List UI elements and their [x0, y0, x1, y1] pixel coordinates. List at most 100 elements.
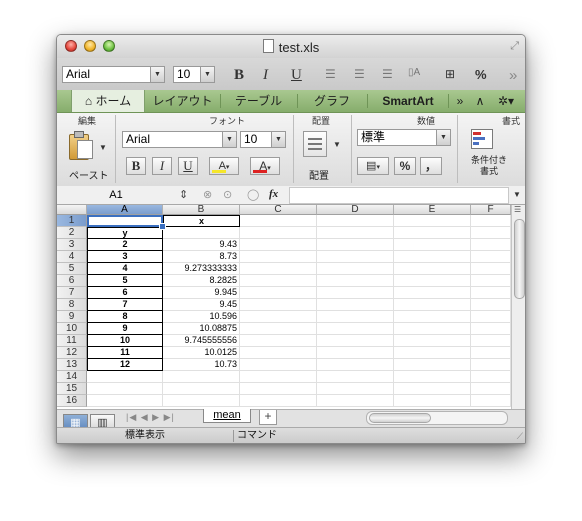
cell-D14[interactable] [317, 371, 394, 383]
toolbar-italic-button[interactable]: I [263, 67, 268, 84]
toolbar-font-size-combo[interactable]: 10 ▼ [173, 66, 215, 83]
cell-F7[interactable] [471, 287, 511, 299]
cell-C11[interactable] [240, 335, 317, 347]
ribbon-underline-button[interactable]: U [178, 157, 198, 175]
cell-A7[interactable]: 6 [87, 287, 163, 299]
cell-D15[interactable] [317, 383, 394, 395]
cell-A14[interactable] [87, 371, 163, 383]
row-header-9[interactable]: 9 [57, 311, 87, 323]
column-header-E[interactable]: E [394, 205, 471, 215]
cell-D11[interactable] [317, 335, 394, 347]
align-left-icon[interactable]: ☰ [325, 67, 336, 81]
cell-F8[interactable] [471, 299, 511, 311]
cell-C8[interactable] [240, 299, 317, 311]
align-dropdown-icon[interactable]: ▼ [333, 140, 341, 149]
row-header-13[interactable]: 13 [57, 359, 87, 371]
cell-B2[interactable] [163, 227, 240, 239]
align-center-icon[interactable]: ☰ [354, 67, 365, 81]
cell-C9[interactable] [240, 311, 317, 323]
formula-icon[interactable]: ◯ [247, 188, 259, 201]
cell-C3[interactable] [240, 239, 317, 251]
paste-dropdown-icon[interactable]: ▼ [99, 143, 107, 152]
cell-E13[interactable] [394, 359, 471, 371]
ribbon-font-name-combo[interactable]: Arial ▼ [122, 131, 237, 148]
confirm-icon[interactable]: ⊙ [223, 188, 232, 201]
select-all-corner[interactable] [57, 205, 87, 215]
cell-E8[interactable] [394, 299, 471, 311]
cell-F14[interactable] [471, 371, 511, 383]
cell-B3[interactable]: 9.43 [163, 239, 240, 251]
chevron-down-icon[interactable]: ▼ [222, 132, 236, 147]
cell-E7[interactable] [394, 287, 471, 299]
cell-D3[interactable] [317, 239, 394, 251]
cell-B7[interactable]: 9.945 [163, 287, 240, 299]
row-header-15[interactable]: 15 [57, 383, 87, 395]
cell-D12[interactable] [317, 347, 394, 359]
cell-B12[interactable]: 10.0125 [163, 347, 240, 359]
cell-D4[interactable] [317, 251, 394, 263]
cell-F2[interactable] [471, 227, 511, 239]
cell-E5[interactable] [394, 263, 471, 275]
cell-A6[interactable]: 5 [87, 275, 163, 287]
tab-layout[interactable]: レイアウト [145, 90, 220, 112]
cell-A8[interactable]: 7 [87, 299, 163, 311]
row-header-11[interactable]: 11 [57, 335, 87, 347]
paste-icon[interactable] [69, 131, 93, 161]
row-header-2[interactable]: 2 [57, 227, 87, 239]
chevron-down-icon[interactable]: ▼ [150, 67, 164, 82]
cell-D16[interactable] [317, 395, 394, 407]
cell-E9[interactable] [394, 311, 471, 323]
cell-E11[interactable] [394, 335, 471, 347]
tab-chart[interactable]: グラフ [298, 90, 366, 112]
cell-D1[interactable] [317, 215, 394, 227]
cell-F4[interactable] [471, 251, 511, 263]
cell-F10[interactable] [471, 323, 511, 335]
cell-A2[interactable]: y [87, 227, 163, 239]
cell-A4[interactable]: 3 [87, 251, 163, 263]
cell-E6[interactable] [394, 275, 471, 287]
cell-F3[interactable] [471, 239, 511, 251]
accounting-format-button[interactable]: ▤▾ [357, 157, 389, 175]
vertical-scrollbar[interactable]: ☰ [511, 205, 525, 409]
cell-B5[interactable]: 9.273333333 [163, 263, 240, 275]
toolbar-font-name-combo[interactable]: Arial ▼ [62, 66, 165, 83]
cell-A9[interactable]: 8 [87, 311, 163, 323]
row-header-12[interactable]: 12 [57, 347, 87, 359]
column-header-F[interactable]: F [471, 205, 511, 215]
cell-B14[interactable] [163, 371, 240, 383]
cell-F5[interactable] [471, 263, 511, 275]
cell-E12[interactable] [394, 347, 471, 359]
cell-F15[interactable] [471, 383, 511, 395]
tab-table[interactable]: テーブル [221, 90, 296, 112]
add-sheet-button[interactable]: + [259, 410, 277, 425]
resize-grip-icon[interactable]: ⟋ [517, 428, 523, 443]
cell-F1[interactable] [471, 215, 511, 227]
ribbon-bold-button[interactable]: B [126, 157, 146, 175]
row-header-1[interactable]: 1 [57, 215, 87, 227]
cell-A3[interactable]: 2 [87, 239, 163, 251]
cell-D6[interactable] [317, 275, 394, 287]
cell-C4[interactable] [240, 251, 317, 263]
collapse-ribbon-icon[interactable]: ∧ [473, 90, 487, 112]
cell-C1[interactable] [240, 215, 317, 227]
tab-home[interactable]: ⌂ ホーム [71, 90, 145, 112]
cell-D5[interactable] [317, 263, 394, 275]
column-header-B[interactable]: B [163, 205, 240, 215]
cell-D9[interactable] [317, 311, 394, 323]
cell-A15[interactable] [87, 383, 163, 395]
horizontal-scroll-thumb[interactable] [369, 413, 431, 423]
row-header-8[interactable]: 8 [57, 299, 87, 311]
cell-E2[interactable] [394, 227, 471, 239]
toolbar-percent-button[interactable]: % [475, 67, 487, 82]
cell-A5[interactable]: 4 [87, 263, 163, 275]
cell-A10[interactable]: 9 [87, 323, 163, 335]
cell-E10[interactable] [394, 323, 471, 335]
vertical-scroll-thumb[interactable] [514, 219, 525, 299]
gear-icon[interactable]: ✲▾ [493, 90, 519, 112]
chevron-down-icon[interactable]: ▼ [271, 132, 285, 147]
column-header-D[interactable]: D [317, 205, 394, 215]
cell-C15[interactable] [240, 383, 317, 395]
split-handle-icon[interactable]: ☰ [514, 206, 523, 214]
cell-C10[interactable] [240, 323, 317, 335]
cell-F6[interactable] [471, 275, 511, 287]
